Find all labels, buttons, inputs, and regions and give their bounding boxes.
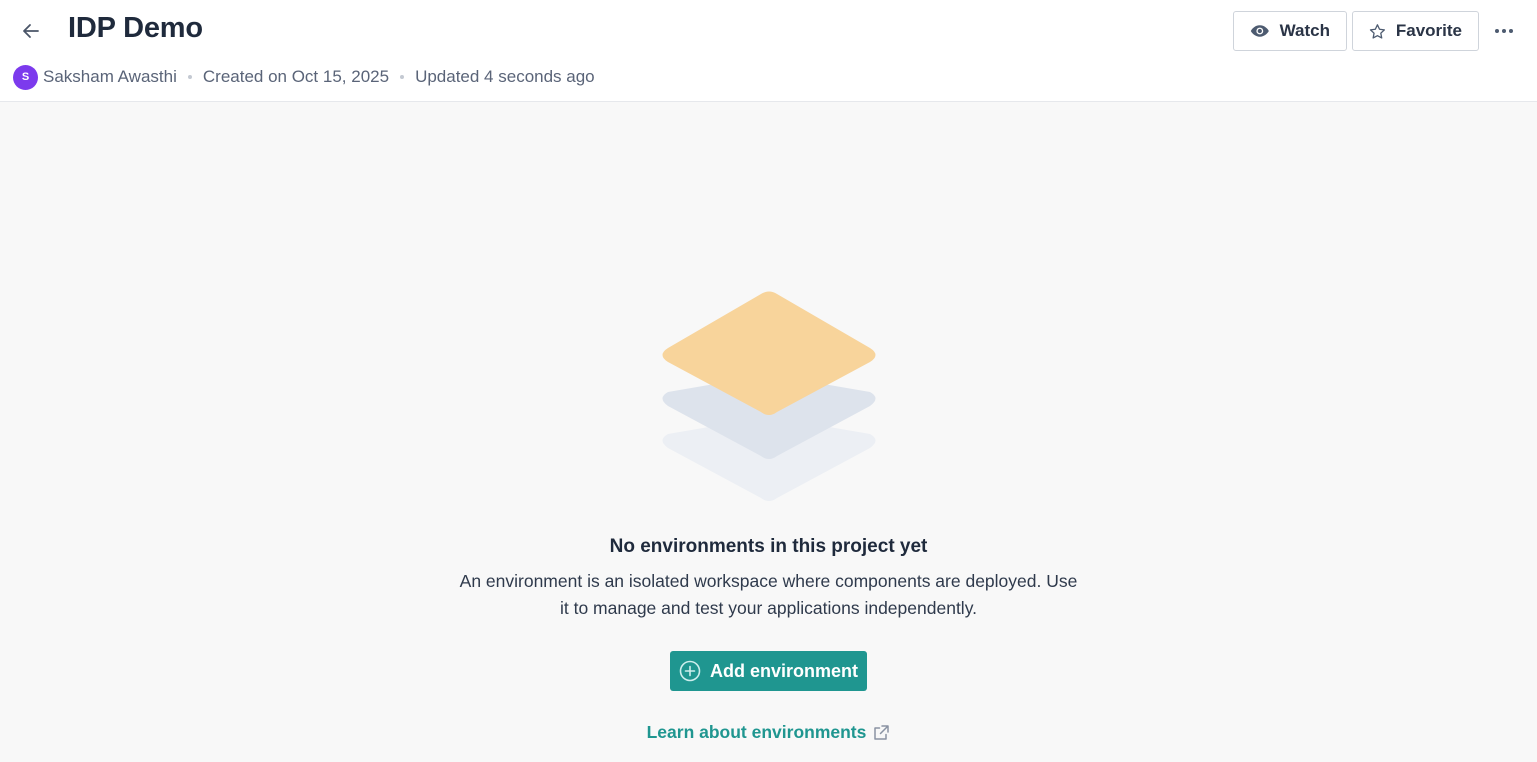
updated-time: Updated 4 seconds ago bbox=[415, 67, 595, 86]
add-environment-label: Add environment bbox=[709, 660, 858, 681]
learn-link-label: Learn about environments bbox=[646, 722, 867, 742]
empty-state-title: No environments in this project yet bbox=[609, 536, 928, 557]
layers-illustration bbox=[662, 291, 876, 501]
plus-circle-icon bbox=[679, 660, 701, 682]
star-icon bbox=[1369, 23, 1386, 39]
favorite-button[interactable]: Favorite bbox=[1352, 11, 1479, 51]
avatar: S bbox=[13, 64, 38, 90]
created-date: Created on Oct 15, 2025 bbox=[202, 67, 390, 86]
external-link-icon bbox=[874, 725, 890, 740]
empty-state-description: An environment is an isolated workspace … bbox=[459, 571, 1078, 618]
favorite-label: Favorite bbox=[1395, 21, 1462, 40]
watch-button[interactable]: Watch bbox=[1233, 11, 1347, 51]
separator-dot bbox=[187, 75, 192, 79]
eye-icon bbox=[1250, 25, 1269, 37]
separator-dot bbox=[400, 75, 405, 79]
page-meta: S Saksham Awasthi Created on Oct 15, 202… bbox=[13, 64, 595, 90]
add-environment-button[interactable]: Add environment bbox=[670, 651, 867, 691]
more-options-button[interactable] bbox=[1491, 20, 1517, 42]
back-button[interactable] bbox=[18, 19, 44, 43]
arrow-left-icon bbox=[23, 24, 39, 38]
page-title: IDP Demo bbox=[68, 12, 203, 44]
author-name: Saksham Awasthi bbox=[43, 67, 177, 86]
page-header: IDP Demo S Saksham Awasthi Created on Oc… bbox=[0, 0, 1537, 102]
watch-label: Watch bbox=[1279, 21, 1330, 40]
learn-about-environments-link[interactable]: Learn about environments bbox=[0, 722, 1537, 743]
more-horizontal-icon bbox=[1495, 29, 1513, 33]
